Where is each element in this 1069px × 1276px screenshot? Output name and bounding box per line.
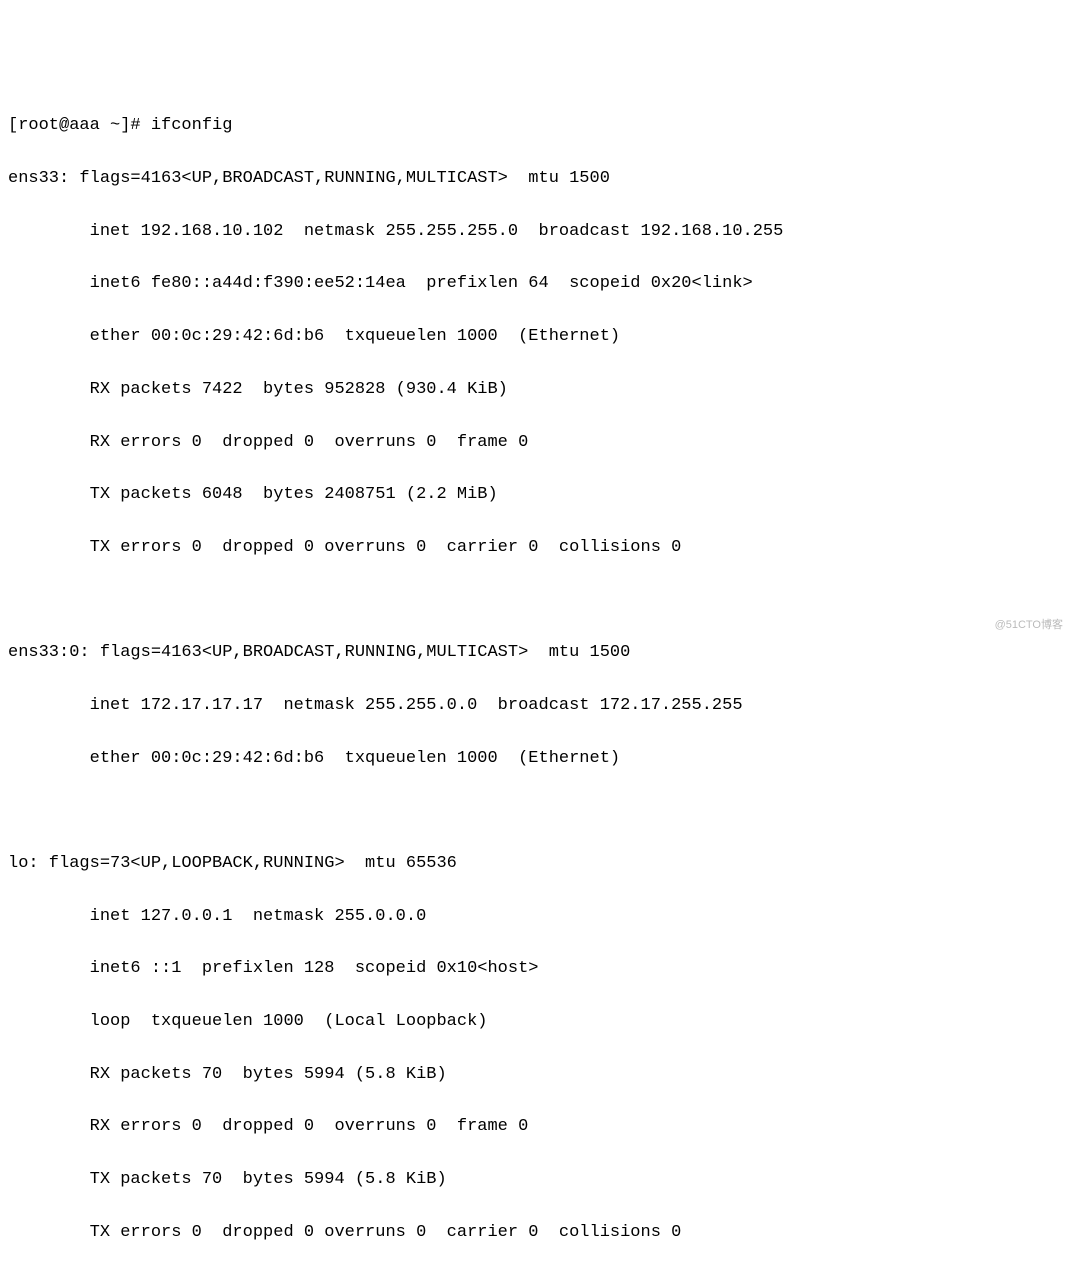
ens33-ether: ether 00:0c:29:42:6d:b6 txqueuelen 1000 … [8,324,1061,350]
watermark-text: @51CTO博客 [995,617,1063,634]
lo-header: lo: flags=73<UP,LOOPBACK,RUNNING> mtu 65… [8,851,1061,877]
lo-inet6: inet6 ::1 prefixlen 128 scopeid 0x10<hos… [8,956,1061,982]
ens33-inet6: inet6 fe80::a44d:f390:ee52:14ea prefixle… [8,271,1061,297]
ens33-header: ens33: flags=4163<UP,BROADCAST,RUNNING,M… [8,166,1061,192]
lo-rx-packets: RX packets 70 bytes 5994 (5.8 KiB) [8,1062,1061,1088]
lo-tx-packets: TX packets 70 bytes 5994 (5.8 KiB) [8,1167,1061,1193]
ens33-0-inet: inet 172.17.17.17 netmask 255.255.0.0 br… [8,693,1061,719]
ens33-tx-packets: TX packets 6048 bytes 2408751 (2.2 MiB) [8,482,1061,508]
shell-prompt-line: [root@aaa ~]# ifconfig [8,113,1061,139]
lo-inet: inet 127.0.0.1 netmask 255.0.0.0 [8,904,1061,930]
ens33-rx-packets: RX packets 7422 bytes 952828 (930.4 KiB) [8,377,1061,403]
blank-line [8,798,1061,824]
lo-rx-errors: RX errors 0 dropped 0 overruns 0 frame 0 [8,1114,1061,1140]
ens33-tx-errors: TX errors 0 dropped 0 overruns 0 carrier… [8,535,1061,561]
ens33-0-ether: ether 00:0c:29:42:6d:b6 txqueuelen 1000 … [8,746,1061,772]
lo-tx-errors: TX errors 0 dropped 0 overruns 0 carrier… [8,1220,1061,1246]
blank-line [8,588,1061,614]
ens33-rx-errors: RX errors 0 dropped 0 overruns 0 frame 0 [8,430,1061,456]
ens33-0-header: ens33:0: flags=4163<UP,BROADCAST,RUNNING… [8,640,1061,666]
lo-loop: loop txqueuelen 1000 (Local Loopback) [8,1009,1061,1035]
ens33-inet: inet 192.168.10.102 netmask 255.255.255.… [8,219,1061,245]
